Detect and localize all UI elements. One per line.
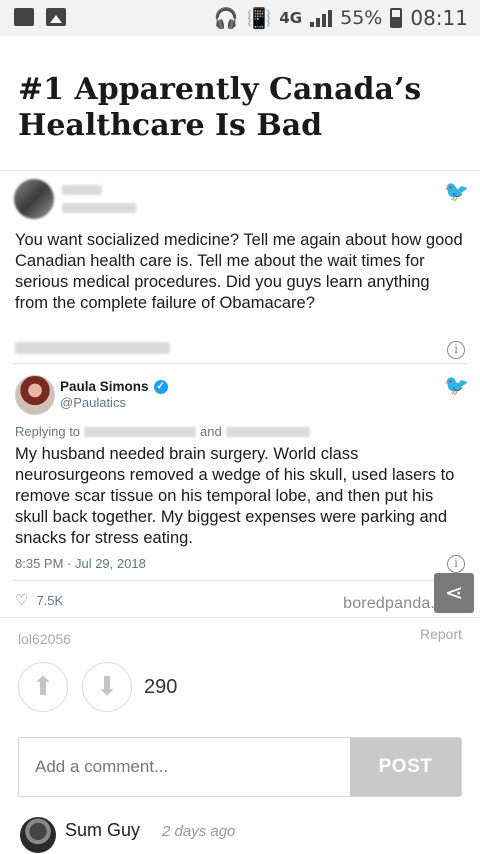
name-redacted: [62, 185, 102, 195]
status-notifications: [14, 8, 66, 26]
report-link[interactable]: Report: [420, 626, 462, 642]
notification-icon: [14, 8, 34, 26]
tweet-author: Paula Simons ✓: [60, 379, 168, 394]
replying-to: Replying to and: [15, 424, 310, 439]
upvote-button[interactable]: ⬆: [18, 662, 68, 712]
tweet-timestamp: 8:35 PM · Jul 29, 2018: [15, 556, 146, 571]
post-button[interactable]: POST: [350, 738, 461, 796]
network-type: 4G: [279, 9, 303, 27]
share-icon: ⋖: [444, 580, 464, 605]
author-name: Paula Simons: [60, 379, 149, 394]
commenter-name[interactable]: Sum Guy: [65, 820, 140, 841]
info-icon[interactable]: i: [447, 341, 465, 359]
likes-count: 7.5K: [36, 592, 64, 608]
tweet-likes: ♡ 7.5K: [15, 591, 63, 609]
tweet-image: 🐦 You want socialized medicine? Tell me …: [0, 170, 480, 618]
post-title: #1 Apparently Canada’s Healthcare Is Bad: [18, 72, 422, 143]
handle-redacted: [62, 203, 136, 213]
twitter-bird-icon: 🐦: [444, 375, 469, 397]
vote-score: 290: [144, 676, 178, 698]
arrow-up-icon: ⬆: [32, 671, 54, 701]
signal-icon: [310, 9, 333, 27]
share-button[interactable]: ⋖: [434, 573, 474, 613]
status-bar: 🎧 📳 4G 55% 08:11: [0, 0, 480, 36]
tweet-divider: [12, 363, 468, 364]
author-handle: @Paulatics: [60, 395, 126, 410]
tweet-text: You want socialized medicine? Tell me ag…: [15, 231, 463, 312]
and-word: and: [200, 424, 222, 439]
comment-input[interactable]: [19, 738, 351, 796]
timestamp-redacted: [15, 342, 170, 354]
handle-redacted: [225, 426, 310, 437]
post-author[interactable]: lol62056: [18, 631, 71, 647]
avatar: [15, 375, 55, 415]
tweet-divider: [12, 580, 468, 581]
status-indicators: 🎧 📳 4G 55% 08:11: [214, 6, 468, 30]
gallery-icon: [46, 8, 66, 26]
comment-time: 2 days ago: [162, 823, 236, 840]
twitter-bird-icon: 🐦: [444, 181, 469, 203]
battery-icon: [390, 8, 403, 28]
handle-redacted: [84, 426, 197, 437]
clock: 08:11: [410, 6, 468, 30]
headphones-icon: 🎧: [213, 6, 239, 30]
commenter-avatar[interactable]: [20, 817, 56, 853]
tweet-text: My husband needed brain surgery. World c…: [15, 445, 455, 547]
vibrate-icon: 📳: [246, 6, 272, 30]
replying-to-label: Replying to: [15, 424, 81, 439]
arrow-down-icon: ⬇: [96, 671, 118, 701]
heart-icon: ♡: [15, 592, 29, 609]
downvote-button[interactable]: ⬇: [82, 662, 132, 712]
verified-icon: ✓: [153, 379, 168, 394]
comment-form: POST: [18, 737, 462, 797]
avatar-blurred: [14, 179, 54, 219]
info-icon[interactable]: i: [447, 555, 465, 573]
battery-percent: 55%: [340, 7, 383, 29]
